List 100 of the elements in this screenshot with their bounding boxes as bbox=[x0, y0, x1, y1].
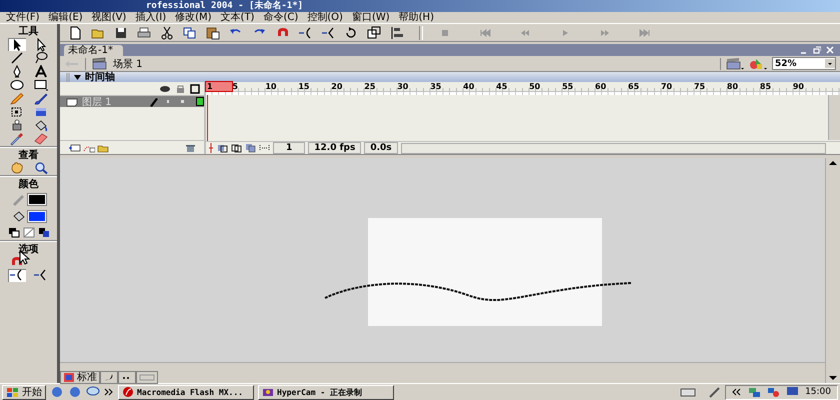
menu-item[interactable]: 控制(O) bbox=[305, 12, 350, 23]
frame-number: 60 bbox=[595, 82, 608, 91]
playhead-line-icon bbox=[206, 95, 209, 141]
window-title: rofessional 2004 - [未命名-1*] bbox=[146, 0, 304, 12]
menu-item[interactable]: 文件(F) bbox=[4, 12, 47, 23]
panel-heading: 工具 bbox=[18, 26, 38, 37]
frame-number: 80 bbox=[726, 82, 740, 91]
smooth-button[interactable] bbox=[8, 268, 26, 282]
eraser-button[interactable] bbox=[32, 132, 50, 146]
frame-number: 1 bbox=[206, 82, 232, 91]
menu-item[interactable]: 插入(I) bbox=[133, 12, 174, 23]
insert-layer-icon[interactable] bbox=[68, 142, 81, 152]
paste-icon[interactable] bbox=[206, 26, 220, 40]
horizontal-scrollbar[interactable] bbox=[60, 362, 825, 371]
onion-skin-icon[interactable] bbox=[217, 143, 228, 153]
lock-icon[interactable] bbox=[175, 84, 186, 94]
fill-color-swatch[interactable] bbox=[28, 210, 46, 222]
trash-icon[interactable] bbox=[185, 142, 196, 152]
oval-tool-button[interactable] bbox=[8, 78, 26, 92]
rotate-icon[interactable] bbox=[344, 26, 358, 40]
straighten-icon bbox=[32, 268, 48, 282]
free-transform-icon bbox=[8, 105, 24, 119]
close-icon[interactable] bbox=[826, 46, 834, 54]
vertical-scrollbar[interactable] bbox=[825, 158, 840, 383]
eyedropper-icon bbox=[8, 132, 24, 146]
outline-color-swatch[interactable] bbox=[196, 97, 204, 106]
frame-number: 5 bbox=[232, 82, 239, 91]
folder-icon[interactable] bbox=[97, 142, 109, 152]
scissors-icon[interactable] bbox=[160, 26, 174, 40]
arrow-tool-button[interactable] bbox=[8, 38, 26, 51]
document-tab[interactable]: 未命名-1* bbox=[64, 45, 123, 56]
brush-tool-button[interactable] bbox=[32, 92, 50, 105]
stroke-color-swatch[interactable] bbox=[28, 194, 46, 204]
vertical-scrollbar[interactable] bbox=[828, 95, 840, 140]
ruler-icon[interactable] bbox=[139, 372, 155, 382]
printer-icon[interactable] bbox=[137, 26, 151, 40]
frame-number: 70 bbox=[660, 82, 674, 91]
frame-number: 10 bbox=[265, 82, 278, 91]
scene-label: 场景 1 bbox=[113, 58, 143, 70]
pencil-icon bbox=[12, 192, 24, 206]
frame-number: 85 bbox=[760, 82, 772, 91]
text-tool-icon bbox=[32, 64, 48, 78]
frame-number: 40 bbox=[463, 82, 476, 91]
no-color-icon[interactable] bbox=[22, 226, 34, 238]
frame-number: 75 bbox=[694, 82, 706, 91]
eraser-icon bbox=[32, 132, 48, 146]
magnet-icon[interactable] bbox=[275, 26, 289, 40]
chevron-left-icon[interactable] bbox=[732, 387, 742, 397]
frame-number: 65 bbox=[628, 82, 640, 91]
outline-square-icon[interactable] bbox=[190, 84, 200, 94]
frame-number: 25 bbox=[364, 82, 376, 91]
menu-item[interactable]: 修改(M) bbox=[173, 12, 219, 23]
restore-icon[interactable] bbox=[813, 46, 821, 54]
timeline-title[interactable]: 时间轴 bbox=[85, 70, 115, 84]
toolbar-logo-icon bbox=[63, 372, 75, 382]
frame-rate-field[interactable]: 12.0 fps bbox=[308, 142, 362, 154]
horizontal-scrollbar[interactable] bbox=[400, 142, 826, 154]
new-file-icon[interactable] bbox=[68, 26, 82, 40]
edit-scene-icon[interactable] bbox=[726, 57, 744, 70]
onion-outline-icon[interactable] bbox=[231, 143, 242, 153]
start-button[interactable]: 开始 bbox=[2, 384, 46, 400]
straighten-icon[interactable] bbox=[321, 26, 335, 40]
taskbar-button[interactable]: Macromedia Flash MX... bbox=[118, 384, 254, 400]
rectangle-tool-button[interactable] bbox=[32, 78, 50, 92]
smooth-icon[interactable] bbox=[298, 26, 312, 40]
elapsed-time-field: 0.0s bbox=[364, 142, 398, 154]
hand-tool-icon bbox=[8, 161, 24, 175]
clock: 15:00 bbox=[805, 387, 831, 397]
menu-item[interactable]: 窗口(W) bbox=[350, 12, 397, 23]
frame-number: 30 bbox=[397, 82, 410, 91]
scale-icon[interactable] bbox=[367, 26, 381, 40]
menu-item[interactable]: 视图(V) bbox=[90, 12, 134, 23]
layer-name: 图层 1 bbox=[82, 96, 113, 108]
eye-icon[interactable] bbox=[159, 84, 171, 94]
edit-symbols-icon[interactable] bbox=[749, 57, 767, 70]
pencil-tool-button[interactable] bbox=[8, 92, 26, 105]
default-colors-icon[interactable] bbox=[8, 226, 20, 238]
menu-item[interactable]: 编辑(E) bbox=[46, 12, 90, 23]
frame-number: 45 bbox=[496, 82, 508, 91]
swap-colors-icon[interactable] bbox=[38, 226, 50, 238]
layer-icon bbox=[66, 96, 78, 106]
center-frame-icon[interactable] bbox=[208, 143, 214, 153]
taskbar-button[interactable]: HyperCam - 正在录制 bbox=[258, 384, 394, 400]
copy-icon[interactable] bbox=[183, 26, 197, 40]
frame-number: 35 bbox=[430, 82, 442, 91]
menu-item[interactable]: 命令(C) bbox=[261, 12, 306, 23]
zoom-tool-icon bbox=[32, 161, 48, 175]
menu-item[interactable]: 文本(T) bbox=[218, 12, 262, 23]
menu-item[interactable]: 帮助(H) bbox=[396, 12, 441, 23]
grip-icon bbox=[66, 72, 70, 82]
chevron-right-icon[interactable] bbox=[104, 387, 114, 397]
collapse-triangle-icon[interactable] bbox=[73, 72, 82, 82]
zoom-dropdown[interactable]: 52% bbox=[772, 57, 836, 70]
frame-cells[interactable] bbox=[206, 92, 840, 95]
frame-number: 15 bbox=[298, 82, 310, 91]
align-icon[interactable] bbox=[390, 26, 404, 40]
brush-tool-icon bbox=[32, 92, 48, 106]
edit-multiple-frames-icon[interactable] bbox=[245, 143, 256, 153]
frame-number: 20 bbox=[331, 82, 344, 91]
onion-markers-icon[interactable] bbox=[259, 143, 270, 153]
